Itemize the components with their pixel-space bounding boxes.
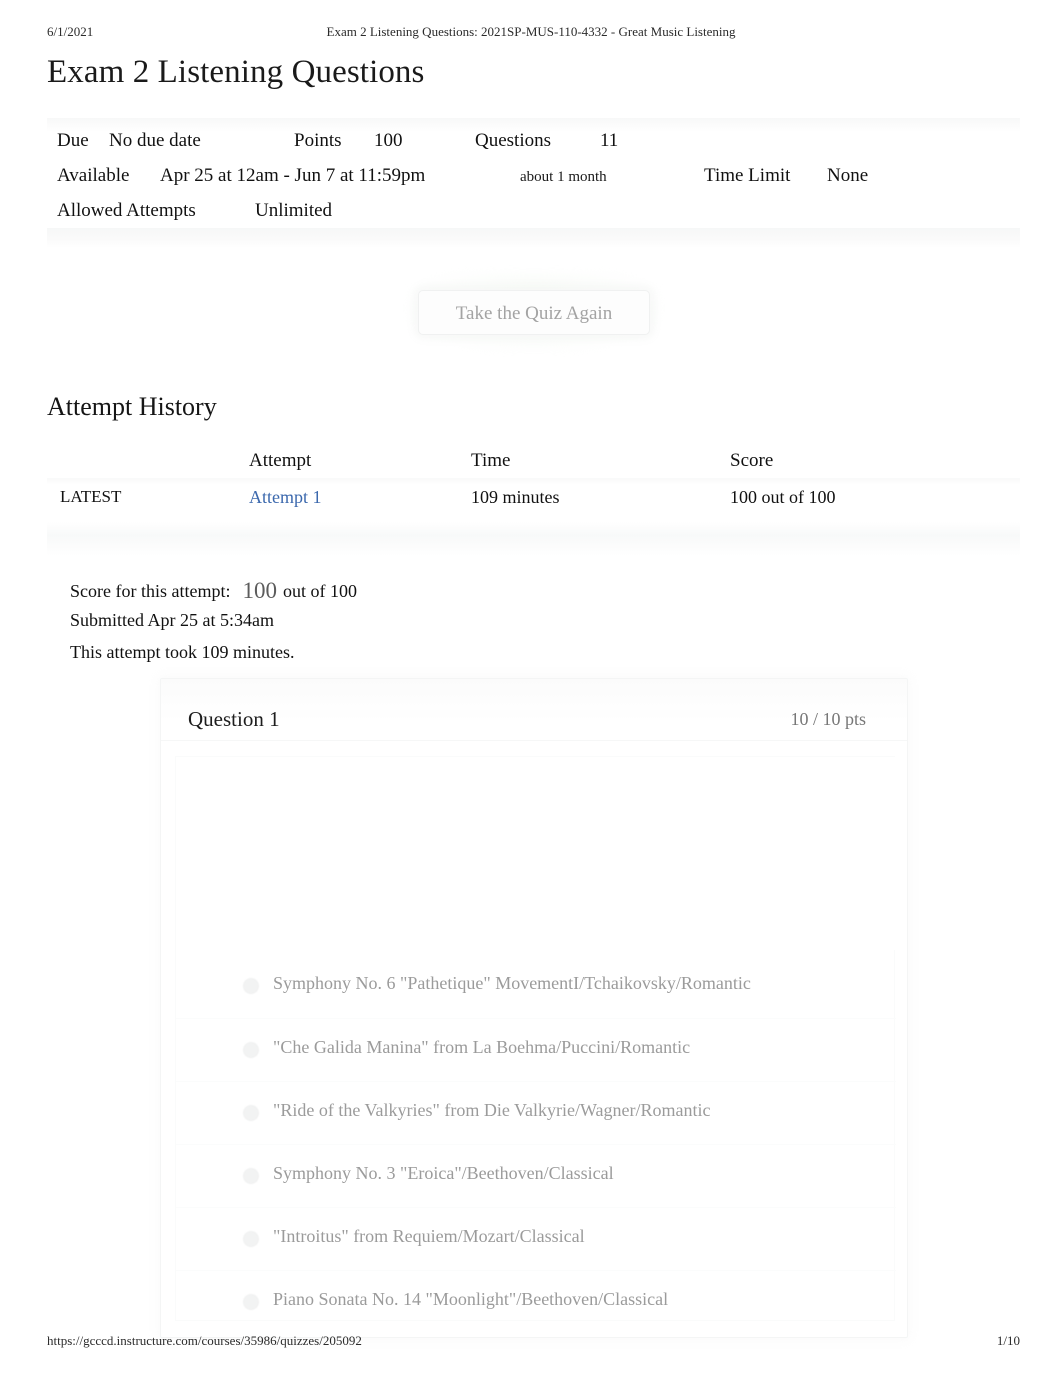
page-title: Exam 2 Listening Questions: [47, 54, 425, 90]
attempt-link-cell: Attempt 1: [249, 487, 322, 508]
due-value: No due date: [109, 130, 201, 151]
radio-button-icon[interactable]: [243, 1168, 259, 1184]
question-title: Question 1: [188, 707, 280, 731]
quiz-meta-row-2: Available Apr 25 at 12am - Jun 7 at 11:5…: [47, 163, 1020, 198]
take-quiz-again-container: Take the Quiz Again: [406, 272, 662, 352]
print-header: 6/1/2021 Exam 2 Listening Questions: 202…: [0, 24, 1062, 42]
allowed-attempts-value: Unlimited: [255, 200, 333, 221]
attempt-time-cell: 109 minutes: [471, 487, 560, 507]
radio-button-icon[interactable]: [243, 1105, 259, 1121]
answer-option-label: Symphony No. 6 "Pathetique" MovementI/Tc…: [273, 973, 751, 993]
quiz-meta-box: Due No due date Points 100 Questions 11 …: [47, 118, 1020, 233]
answer-option-label: "Ride of the Valkyries" from Die Valkyri…: [273, 1100, 711, 1120]
radio-button-icon[interactable]: [243, 1231, 259, 1247]
question-body: Symphony No. 6 "Pathetique" MovementI/Tc…: [175, 756, 896, 1321]
list-item[interactable]: "Ride of the Valkyries" from Die Valkyri…: [176, 1081, 896, 1144]
attempt-history-heading: Attempt History: [47, 392, 217, 421]
list-item[interactable]: Symphony No. 3 "Eroica"/Beethoven/Classi…: [176, 1144, 896, 1207]
question-card: Question 1 10 / 10 pts Symphony No. 6 "P…: [160, 678, 908, 1338]
column-header-attempt: Attempt: [249, 450, 312, 471]
points-label: Points: [294, 130, 342, 151]
answer-option-label: Symphony No. 3 "Eroica"/Beethoven/Classi…: [273, 1163, 614, 1183]
quiz-meta-divider: [47, 228, 1020, 248]
attempt-history-divider: [47, 522, 1020, 556]
attempt-history-header-row: Attempt Time Score: [47, 446, 1020, 478]
take-quiz-again-button[interactable]: Take the Quiz Again: [418, 290, 650, 335]
column-header-time: Time: [471, 450, 511, 471]
list-item[interactable]: Symphony No. 6 "Pathetique" MovementI/Tc…: [176, 955, 896, 1018]
print-footer: https://gcccd.instructure.com/courses/35…: [0, 1333, 1062, 1351]
question-points: 10 / 10 pts: [790, 709, 866, 729]
due-label: Due: [57, 130, 89, 151]
list-item[interactable]: "Introitus" from Requiem/Mozart/Classica…: [176, 1207, 896, 1270]
print-document-title: Exam 2 Listening Questions: 2021SP-MUS-1…: [326, 24, 736, 39]
score-for-attempt-line: Score for this attempt: 100 out of 100: [70, 578, 357, 610]
radio-button-icon[interactable]: [243, 978, 259, 994]
radio-button-icon[interactable]: [243, 1294, 259, 1310]
allowed-attempts-label: Allowed Attempts: [57, 200, 196, 221]
print-footer-page-number: 1/10: [996, 1333, 1020, 1348]
answer-option-label: "Introitus" from Requiem/Mozart/Classica…: [273, 1226, 585, 1246]
list-item[interactable]: Piano Sonata No. 14 "Moonlight"/Beethove…: [176, 1270, 896, 1333]
column-header-score: Score: [730, 450, 774, 471]
time-limit-label: Time Limit: [704, 165, 791, 186]
print-footer-url: https://gcccd.instructure.com/courses/35…: [47, 1333, 362, 1348]
available-label: Available: [57, 165, 130, 186]
available-value: Apr 25 at 12am - Jun 7 at 11:59pm: [160, 165, 426, 186]
questions-value: 11: [600, 130, 619, 151]
answer-options-list: Symphony No. 6 "Pathetique" MovementI/Tc…: [176, 955, 896, 1333]
submitted-line: Submitted Apr 25 at 5:34am: [70, 610, 274, 630]
attempt-score-cell: 100 out of 100: [730, 487, 836, 507]
question-header: Question 1 10 / 10 pts: [161, 679, 907, 741]
attempt-duration-line: This attempt took 109 minutes.: [70, 642, 295, 662]
table-row: LATEST Attempt 1 109 minutes 100 out of …: [47, 478, 1020, 520]
answer-option-label: Piano Sonata No. 14 "Moonlight"/Beethove…: [273, 1289, 669, 1309]
score-value: 100: [242, 578, 277, 603]
questions-label: Questions: [475, 130, 551, 151]
quiz-meta-row-1: Due No due date Points 100 Questions 11: [47, 128, 1020, 163]
score-summary: Score for this attempt: 100 out of 100 Sub…: [70, 578, 357, 674]
radio-button-icon[interactable]: [243, 1042, 259, 1058]
time-limit-value: None: [827, 165, 869, 186]
attempt-latest-badge: LATEST: [60, 487, 122, 506]
available-duration: about 1 month: [520, 169, 607, 185]
attempt-1-link[interactable]: Attempt 1: [249, 487, 322, 507]
attempt-history-table: Attempt Time Score LATEST Attempt 1 109 …: [47, 446, 1020, 520]
answer-option-label: "Che Galida Manina" from La Boehma/Pucci…: [273, 1037, 691, 1057]
quiz-results-page: 6/1/2021 Exam 2 Listening Questions: 202…: [0, 0, 1062, 1377]
score-for-attempt-label: Score for this attempt:: [70, 581, 231, 601]
list-item[interactable]: "Che Galida Manina" from La Boehma/Pucci…: [176, 1018, 896, 1081]
points-value: 100: [374, 130, 403, 151]
score-out-of: out of 100: [282, 581, 357, 601]
question-media-placeholder: [176, 757, 896, 950]
